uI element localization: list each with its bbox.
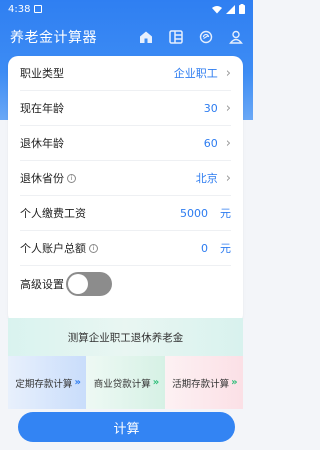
retire-age-value: 60	[203, 136, 218, 150]
info-icon[interactable]: i	[67, 173, 76, 183]
double-chevron-icon: »	[231, 377, 238, 388]
row-current-age[interactable]: 现在年龄 30 ›	[20, 91, 231, 126]
notification-icon	[34, 5, 43, 13]
row-label: 退休年龄	[20, 137, 64, 150]
grid-icon[interactable]	[169, 30, 183, 44]
home-icon[interactable]	[139, 30, 153, 44]
settings-card: 职业类型 企业职工 › 现在年龄 30 › 退休年龄 60 › 退休省份 i 北京 › 个…	[8, 56, 243, 324]
advanced-toggle[interactable]	[66, 271, 112, 296]
row-retire-age[interactable]: 退休年龄 60 ›	[20, 126, 231, 161]
double-chevron-icon: »	[152, 377, 160, 388]
tools-row: 定期存款计算 » 商业贷款计算 » 活期存款计算 »	[8, 356, 243, 409]
status-bar: 4:38	[0, 0, 253, 18]
double-chevron-icon: »	[74, 377, 81, 388]
tool-label: 商业贷款计算	[93, 378, 151, 390]
occupation-value: 企业职工	[173, 67, 218, 80]
unit-label: 元	[220, 242, 231, 255]
advanced-label: 高级设置	[20, 277, 64, 291]
current-age-value: 30	[203, 101, 218, 115]
app-bar: 养老金计算器	[0, 22, 253, 52]
toggle-knob	[68, 273, 88, 294]
promo-banner[interactable]: 测算企业职工退休养老金	[8, 318, 243, 356]
row-salary[interactable]: 个人缴费工资 5000 元	[20, 196, 231, 231]
signal-icon	[226, 4, 235, 14]
wifi-icon	[212, 5, 222, 13]
user-icon[interactable]	[229, 30, 243, 44]
row-label: 职业类型	[20, 67, 64, 80]
row-label: 退休省份	[20, 172, 64, 185]
refresh-icon[interactable]	[199, 30, 213, 44]
salary-input[interactable]: 5000	[180, 207, 208, 220]
app-title: 养老金计算器	[10, 30, 97, 46]
province-value: 北京	[195, 172, 218, 185]
tool-commercial-loan[interactable]: 商业贷款计算 »	[86, 356, 165, 409]
tool-label: 定期存款计算	[15, 378, 73, 390]
row-label: 个人缴费工资	[20, 207, 86, 220]
info-icon[interactable]: i	[89, 243, 98, 253]
unit-label: 元	[220, 207, 231, 220]
tool-current-deposit[interactable]: 活期存款计算 »	[164, 356, 243, 409]
calculate-button[interactable]: 计算	[18, 412, 235, 442]
account-total-input[interactable]: 0	[201, 242, 208, 255]
row-province[interactable]: 退休省份 i 北京 ›	[20, 161, 231, 196]
chevron-right-icon: ›	[225, 100, 231, 116]
chevron-right-icon: ›	[225, 135, 231, 151]
tool-fixed-deposit[interactable]: 定期存款计算 »	[8, 356, 87, 409]
row-account-total[interactable]: 个人账户总额 i 0元	[20, 231, 231, 266]
tool-label: 活期存款计算	[172, 378, 230, 390]
battery-icon	[239, 4, 245, 14]
status-time: 4:38	[8, 3, 31, 15]
chevron-right-icon: ›	[225, 170, 231, 186]
chevron-right-icon: ›	[225, 65, 231, 81]
row-label: 现在年龄	[20, 102, 64, 115]
row-label: 个人账户总额	[20, 242, 86, 255]
promo-text: 测算企业职工退休养老金	[67, 331, 184, 344]
row-advanced: 高级设置	[20, 266, 231, 301]
row-occupation[interactable]: 职业类型 企业职工 ›	[20, 56, 231, 91]
